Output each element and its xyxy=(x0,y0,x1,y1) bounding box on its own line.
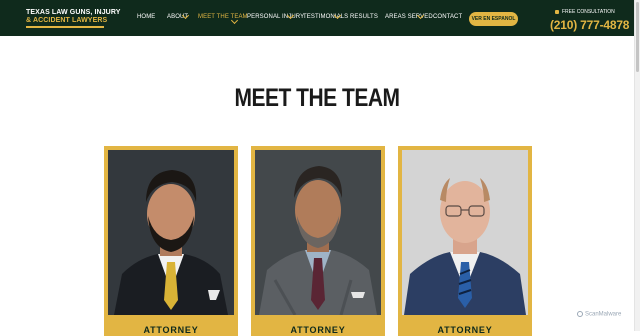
nav-item-areas-served[interactable]: AREAS SERVED xyxy=(385,14,433,20)
team-card[interactable]: ATTORNEY xyxy=(251,146,385,336)
nav-item-home[interactable]: HOME xyxy=(137,14,155,20)
watermark-text: ScanMalware xyxy=(585,311,622,318)
free-consultation: FREE CONSULTATION xyxy=(555,9,615,15)
page-title: MEET THE TEAM xyxy=(234,84,400,112)
page-scrollbar[interactable] xyxy=(634,0,640,331)
site-header: TEXAS LAW GUNS, INJURY & ACCIDENT LAWYER… xyxy=(0,0,634,36)
attorney-photo-2[interactable] xyxy=(255,150,381,315)
logo-line-2: & ACCIDENT LAWYERS xyxy=(26,17,108,24)
site-logo[interactable]: TEXAS LAW GUNS, INJURY & ACCIDENT LAWYER… xyxy=(26,9,121,28)
nav-item-personal-injury[interactable]: PERSONAL INJURY xyxy=(247,14,304,20)
attorney-photo-1[interactable] xyxy=(108,150,234,315)
nav-item-contact[interactable]: CONTACT xyxy=(433,14,462,20)
consult-label: FREE CONSULTATION xyxy=(562,9,615,15)
ver-en-espanol-button[interactable]: VER EN ESPANOL xyxy=(469,12,518,26)
attorney-photo-3[interactable] xyxy=(402,150,528,315)
team-member-name[interactable]: ATTORNEY xyxy=(251,325,385,335)
team-card[interactable]: ATTORNEY xyxy=(398,146,532,336)
logo-underline xyxy=(26,26,104,28)
nav-item-results[interactable]: RESULTS xyxy=(350,14,378,20)
scanmalware-watermark: ScanMalware xyxy=(577,311,621,318)
phone-icon xyxy=(555,9,559,14)
scrollbar-thumb[interactable] xyxy=(636,2,639,72)
phone-number-link[interactable]: (210) 777-4878 xyxy=(550,18,629,32)
shield-icon xyxy=(577,311,583,317)
team-member-name[interactable]: ATTORNEY xyxy=(398,325,532,335)
team-member-name[interactable]: ATTORNEY xyxy=(104,325,238,335)
team-card[interactable]: ATTORNEY xyxy=(104,146,238,336)
nav-item-meet-the-team[interactable]: MEET THE TEAM xyxy=(198,14,248,20)
logo-line-1: TEXAS LAW GUNS, INJURY xyxy=(26,9,121,16)
